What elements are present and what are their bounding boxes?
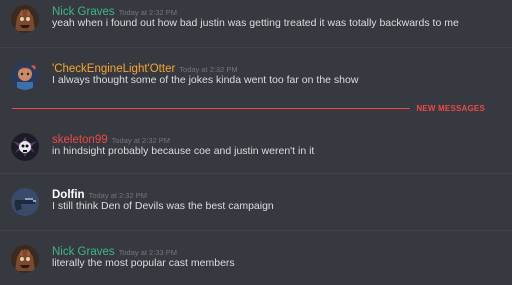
message-timestamp: Today at 2:32 PM [88, 191, 147, 200]
new-messages-label: NEW MESSAGES [410, 103, 512, 114]
message-timestamp: Today at 2:33 PM [118, 248, 177, 257]
gun-avatar[interactable] [11, 188, 39, 216]
message-text: I still think Den of Devils was the best… [52, 200, 274, 212]
chat-messages: Nick Graves Today at 2:32 PM yeah when i … [0, 0, 512, 285]
message-item: Nick Graves Today at 2:33 PM literally th… [0, 240, 512, 285]
message-text: I always thought some of the jokes kinda… [52, 74, 359, 86]
message-text: in hindsight probably because coe and ju… [52, 145, 315, 157]
monster-avatar[interactable] [11, 245, 39, 273]
monster-avatar[interactable] [11, 5, 39, 33]
skull-avatar[interactable] [11, 133, 39, 161]
character-avatar[interactable] [11, 62, 39, 90]
message-text: literally the most popular cast members [52, 257, 235, 269]
message-separator [0, 230, 512, 231]
message-timestamp: Today at 2:32 PM [179, 65, 238, 74]
message-separator [0, 47, 512, 48]
message-text: yeah when i found out how bad justin was… [52, 17, 459, 29]
message-separator [0, 173, 512, 174]
message-item: skeleton99 Today at 2:32 PM in hindsight … [0, 128, 512, 184]
message-timestamp: Today at 2:32 PM [111, 136, 170, 145]
message-timestamp: Today at 2:32 PM [118, 8, 177, 17]
